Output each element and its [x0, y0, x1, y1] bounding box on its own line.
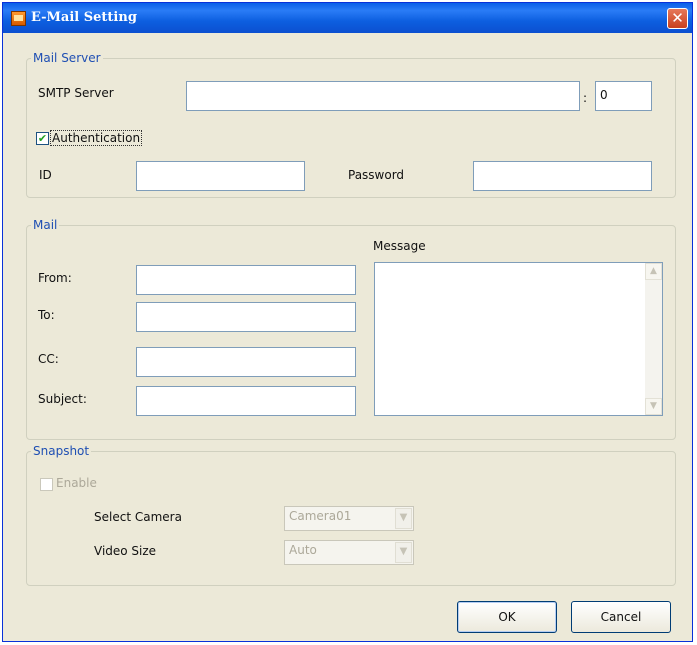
from-label: From:	[38, 271, 72, 285]
cc-label: CC:	[38, 352, 59, 366]
scroll-down-arrow-icon[interactable]: ▼	[645, 398, 662, 415]
ok-button[interactable]: OK	[457, 601, 557, 633]
message-scrollbar[interactable]: ▲ ▼	[645, 263, 662, 415]
message-label: Message	[373, 239, 426, 253]
app-icon	[11, 11, 26, 26]
enable-label: Enable	[56, 476, 97, 490]
password-label: Password	[348, 168, 405, 182]
authentication-label[interactable]: Authentication	[50, 130, 143, 146]
window-title: E-Mail Setting	[31, 10, 137, 25]
smtp-port-input[interactable]: 0	[595, 81, 652, 111]
close-icon: ✕	[671, 9, 684, 27]
message-textarea[interactable]: ▲ ▼	[374, 262, 663, 416]
mail-server-legend: Mail Server	[33, 51, 101, 65]
id-input[interactable]	[136, 161, 305, 191]
email-setting-dialog: E-Mail Setting ✕ Mail Server SMTP Server…	[2, 2, 693, 642]
to-input[interactable]	[136, 302, 356, 332]
scroll-up-arrow-icon[interactable]: ▲	[645, 263, 662, 280]
authentication-checkbox[interactable]: ✔	[36, 132, 49, 145]
to-label: To:	[38, 308, 55, 322]
password-input[interactable]	[473, 161, 652, 191]
snapshot-legend: Snapshot	[33, 444, 90, 458]
title-bar[interactable]: E-Mail Setting ✕	[3, 3, 692, 33]
subject-label: Subject:	[38, 392, 87, 406]
port-colon: :	[583, 91, 588, 105]
enable-checkbox[interactable]	[40, 478, 53, 491]
from-input[interactable]	[136, 265, 356, 295]
subject-input[interactable]	[136, 386, 356, 416]
smtp-server-label: SMTP Server	[38, 86, 114, 100]
video-size-select-value: Auto	[289, 543, 317, 557]
select-camera-label: Select Camera	[94, 510, 182, 524]
camera-select[interactable]: Camera01 ▼	[284, 506, 414, 531]
chevron-down-icon[interactable]: ▼	[395, 542, 412, 563]
smtp-server-input[interactable]	[186, 81, 580, 111]
id-label: ID	[39, 168, 52, 182]
video-size-label: Video Size	[94, 544, 157, 558]
mail-legend: Mail	[33, 218, 58, 232]
cancel-button[interactable]: Cancel	[571, 601, 671, 633]
chevron-down-icon[interactable]: ▼	[395, 508, 412, 529]
checkmark-icon: ✔	[37, 132, 48, 145]
video-size-select[interactable]: Auto ▼	[284, 540, 414, 565]
camera-select-value: Camera01	[289, 509, 352, 523]
cc-input[interactable]	[136, 347, 356, 377]
close-button[interactable]: ✕	[667, 8, 688, 29]
